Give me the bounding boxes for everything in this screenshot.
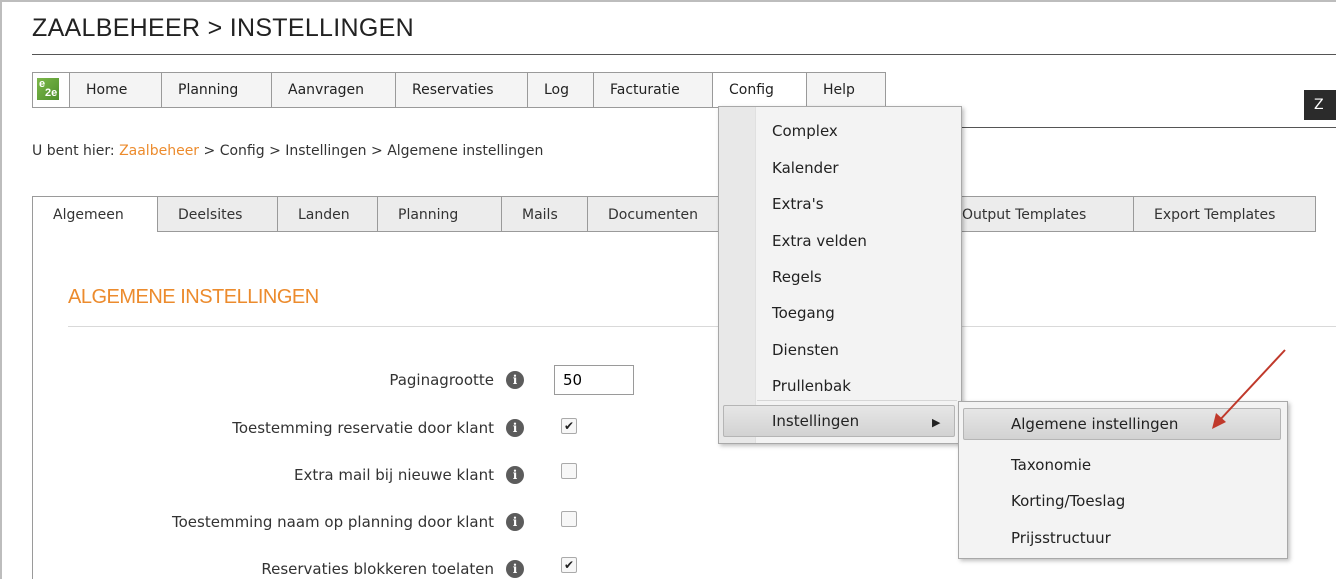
nav-planning[interactable]: Planning	[162, 73, 272, 107]
settings-tabs-right: Output Templates Export Templates	[941, 196, 1316, 232]
nav-facturatie[interactable]: Facturatie	[594, 73, 713, 107]
menu-item-extras[interactable]: Extra's	[772, 195, 824, 213]
section-divider	[68, 326, 1336, 327]
form-label: Toestemming naam op planning door klant	[172, 513, 494, 531]
breadcrumb: U bent hier: Zaalbeheer > Config > Inste…	[32, 143, 543, 159]
logo-text-bottom: 2e	[45, 87, 58, 99]
submenu-item-algemene-instellingen[interactable]: Algemene instellingen	[1011, 415, 1178, 433]
menu-item-complex[interactable]: Complex	[772, 122, 838, 140]
nav-aanvragen[interactable]: Aanvragen	[272, 73, 396, 107]
tab-documenten[interactable]: Documenten	[588, 196, 723, 232]
breadcrumb-link-zaalbeheer[interactable]: Zaalbeheer	[119, 143, 199, 159]
page-title: ZAALBEHEER > INSTELLINGEN	[32, 14, 414, 42]
window-border-top	[0, 0, 1336, 2]
form-row: Reservaties blokkeren toelaten i	[68, 556, 528, 584]
tab-output-templates[interactable]: Output Templates	[941, 196, 1134, 232]
form-row: Toestemming reservatie door klant i	[68, 415, 528, 443]
tab-planning[interactable]: Planning	[378, 196, 502, 232]
main-navbar: e 2e Home Planning Aanvragen Reservaties…	[32, 72, 886, 108]
content-border	[32, 232, 33, 579]
form-label: Reservaties blokkeren toelaten	[261, 560, 494, 578]
form-label: Extra mail bij nieuwe klant	[293, 466, 494, 484]
submenu-item-taxonomie[interactable]: Taxonomie	[1011, 456, 1091, 474]
submenu-item-prijsstructuur[interactable]: Prijsstructuur	[1011, 529, 1111, 547]
nav-help[interactable]: Help	[807, 73, 882, 107]
menu-item-kalender[interactable]: Kalender	[772, 159, 839, 177]
tab-mails[interactable]: Mails	[502, 196, 588, 232]
menu-item-regels[interactable]: Regels	[772, 268, 822, 286]
breadcrumb-prefix: U bent hier:	[32, 143, 120, 159]
logo[interactable]: e 2e	[33, 73, 70, 107]
info-icon[interactable]: i	[506, 371, 524, 389]
tab-landen[interactable]: Landen	[278, 196, 378, 232]
menu-item-toegang[interactable]: Toegang	[772, 304, 835, 322]
menu-item-prullenbak[interactable]: Prullenbak	[772, 377, 851, 395]
menu-item-extra-velden[interactable]: Extra velden	[772, 232, 867, 250]
checkbox-block-reservations[interactable]: ✔	[561, 557, 577, 573]
form-row: Toestemming naam op planning door klant …	[68, 509, 528, 537]
submenu-item-korting-toeslag[interactable]: Korting/Toeslag	[1011, 492, 1125, 510]
checkbox-reservation-consent[interactable]: ✔	[561, 418, 577, 434]
info-icon[interactable]: i	[506, 419, 524, 437]
checkbox-name-on-planning[interactable]	[561, 511, 577, 527]
menu-separator	[757, 400, 957, 401]
info-icon[interactable]: i	[506, 513, 524, 531]
menu-item-instellingen-label: Instellingen	[772, 412, 860, 430]
nav-reservaties[interactable]: Reservaties	[396, 73, 528, 107]
settings-tabs: Algemeen Deelsites Landen Planning Mails…	[32, 196, 723, 232]
info-icon[interactable]: i	[506, 466, 524, 484]
page-size-label: Paginagrootte	[389, 371, 494, 389]
tab-deelsites[interactable]: Deelsites	[158, 196, 278, 232]
section-title: ALGEMENE INSTELLINGEN	[68, 286, 319, 308]
form-row: Extra mail bij nieuwe klant i	[68, 462, 528, 490]
menu-item-diensten[interactable]: Diensten	[772, 341, 839, 359]
nav-home[interactable]: Home	[70, 73, 162, 107]
tab-export-templates[interactable]: Export Templates	[1134, 196, 1316, 232]
checkbox-extra-mail[interactable]	[561, 463, 577, 479]
menu-gutter	[719, 107, 756, 443]
nav-log[interactable]: Log	[528, 73, 594, 107]
logo-icon: e 2e	[37, 78, 59, 100]
window-border-left	[0, 0, 2, 579]
instellingen-submenu: Algemene instellingen Taxonomie Korting/…	[958, 401, 1288, 559]
title-divider	[32, 54, 1336, 55]
user-menu-button[interactable]: Z	[1304, 90, 1336, 120]
chevron-right-icon: ▶	[932, 416, 941, 429]
form-label: Toestemming reservatie door klant	[232, 419, 494, 437]
tab-algemeen[interactable]: Algemeen	[32, 196, 158, 232]
page-size-input[interactable]	[554, 365, 634, 395]
nav-config[interactable]: Config	[713, 73, 807, 107]
form-row-page-size: Paginagrootte i	[68, 367, 528, 395]
info-icon[interactable]: i	[506, 560, 524, 578]
config-dropdown-menu: Complex Kalender Extra's Extra velden Re…	[718, 106, 962, 444]
breadcrumb-path: > Config > Instellingen > Algemene inste…	[199, 143, 544, 159]
